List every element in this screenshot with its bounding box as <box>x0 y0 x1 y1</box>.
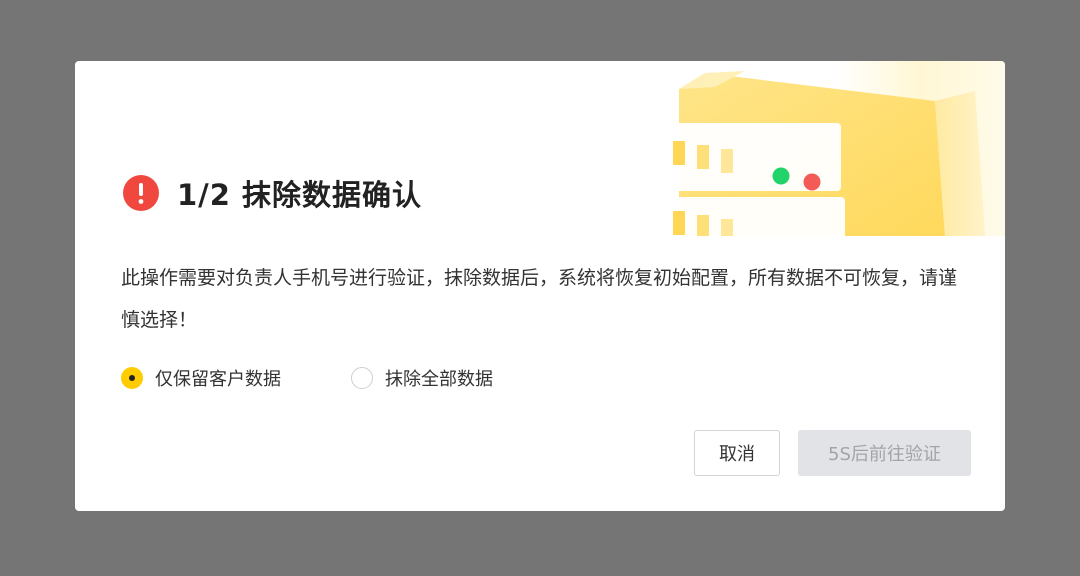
cancel-button[interactable]: 取消 <box>694 430 780 476</box>
server-illustration <box>605 61 1005 257</box>
dialog-header: 1/2 抹除数据确认 <box>123 173 422 213</box>
warning-icon <box>123 175 159 211</box>
radio-option-keep-customer-data[interactable]: 仅保留客户数据 <box>121 365 281 391</box>
radio-unchecked-icon[interactable] <box>351 367 373 389</box>
dialog-footer: 取消 5S后前往验证 <box>694 430 971 476</box>
verify-countdown-button[interactable]: 5S后前往验证 <box>798 430 971 476</box>
radio-option-label: 仅保留客户数据 <box>155 369 281 390</box>
erase-data-dialog: 1/2 抹除数据确认 此操作需要对负责人手机号进行验证，抹除数据后，系统将恢复初… <box>75 61 1005 511</box>
radio-checked-icon[interactable] <box>121 367 143 389</box>
dialog-title: 1/2 抹除数据确认 <box>177 178 423 212</box>
dialog-description: 此操作需要对负责人手机号进行验证，抹除数据后，系统将恢复初始配置，所有数据不可恢… <box>121 267 958 331</box>
radio-option-erase-all-data[interactable]: 抹除全部数据 <box>351 365 493 391</box>
erase-mode-radio-group: 仅保留客户数据 抹除全部数据 <box>121 365 563 391</box>
radio-option-label: 抹除全部数据 <box>385 369 493 390</box>
